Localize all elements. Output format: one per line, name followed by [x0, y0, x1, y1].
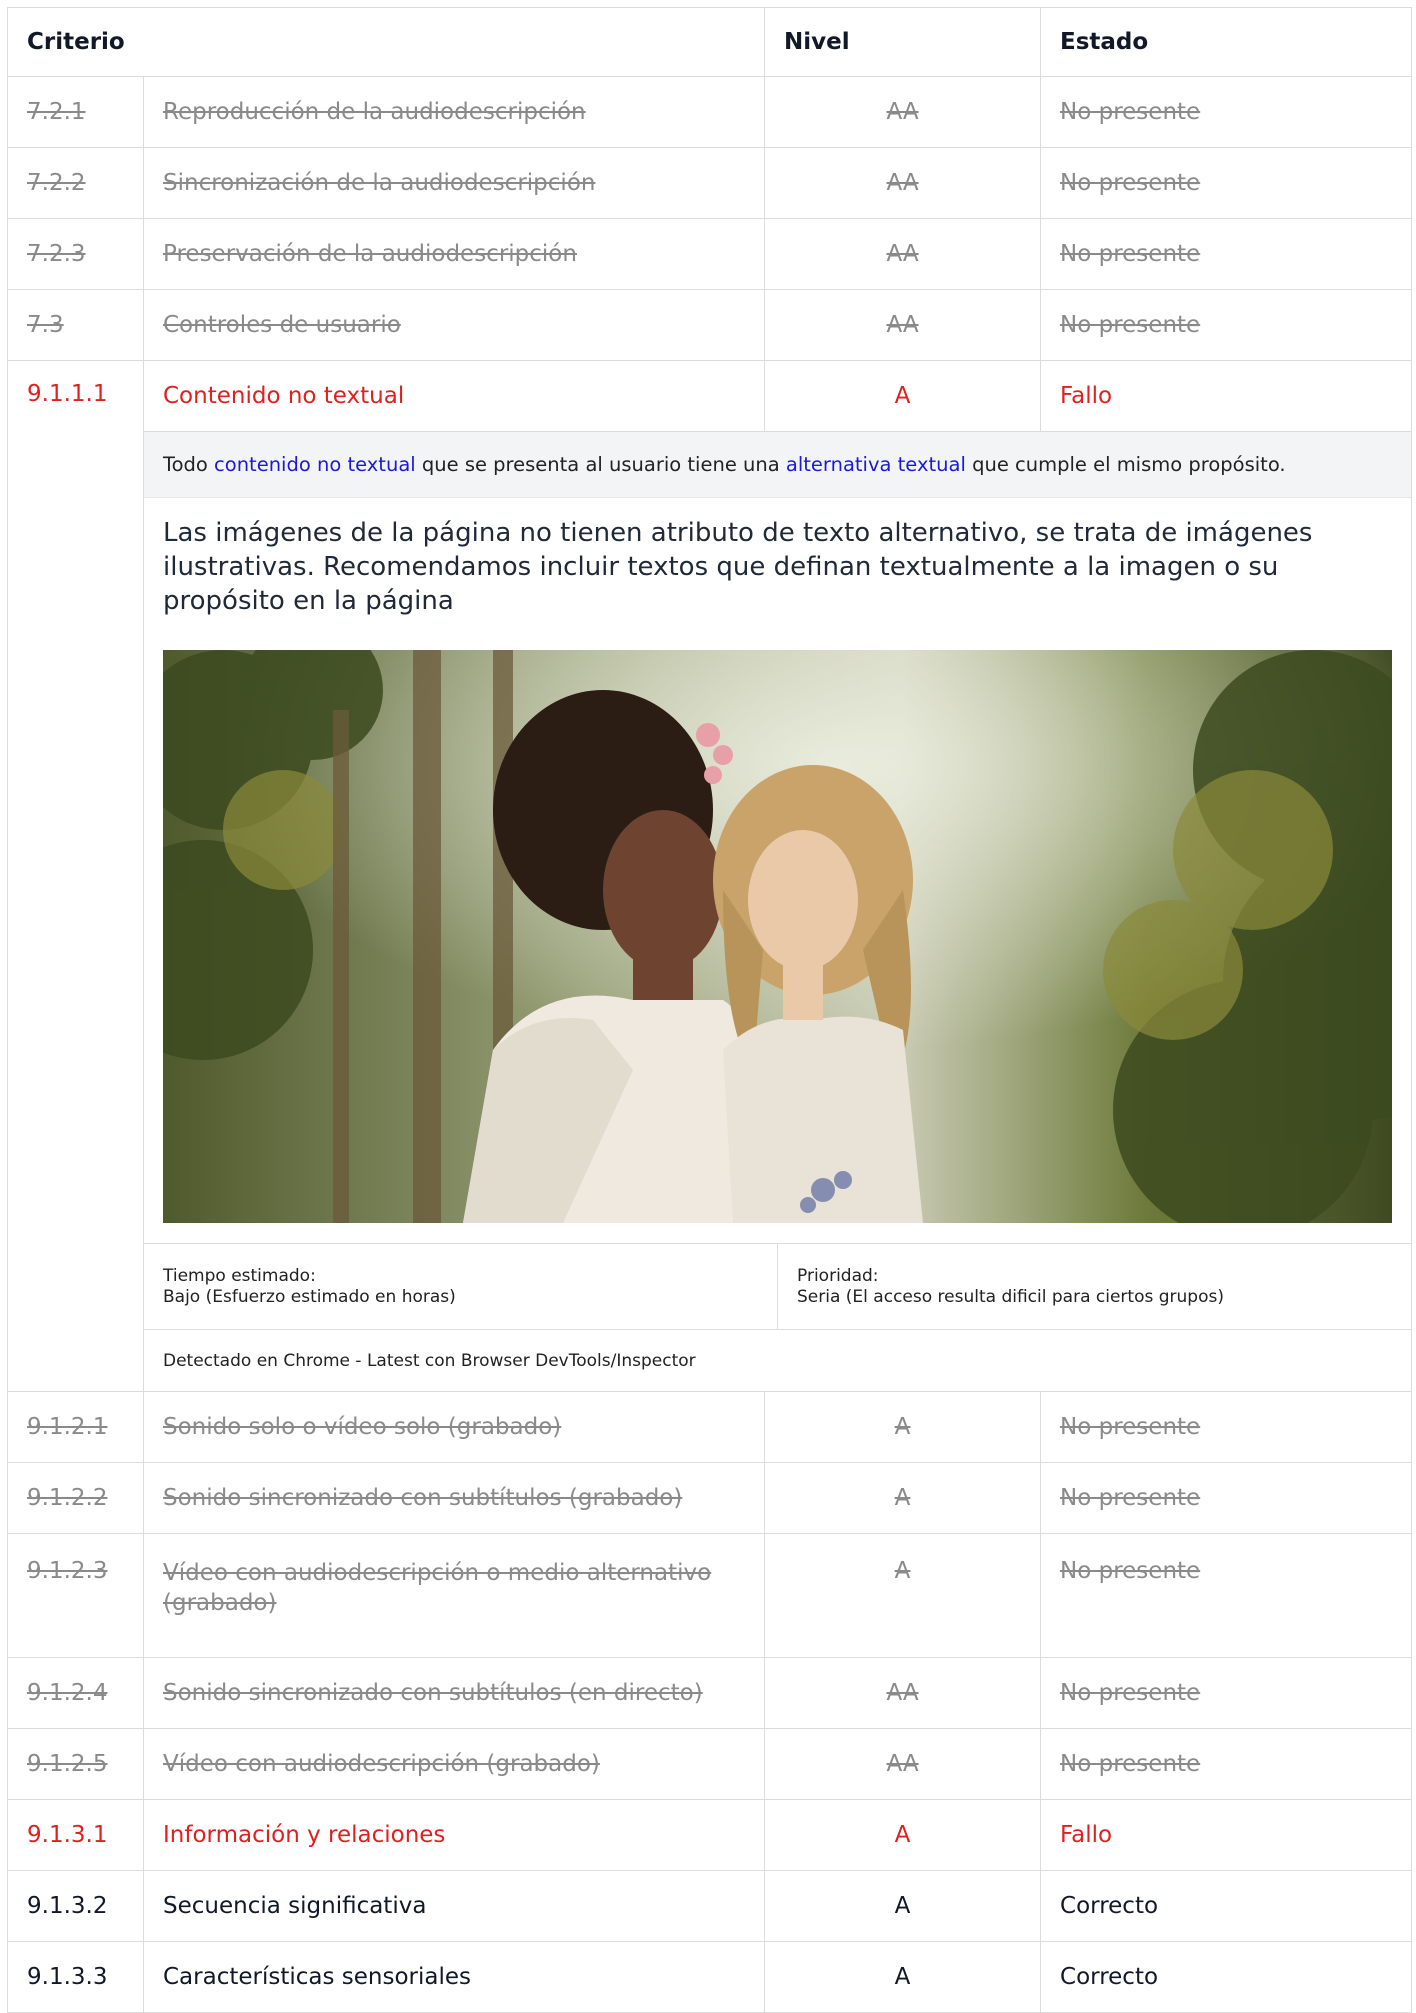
- criterion-name: Vídeo con audiodescripción o medio alter…: [142, 1533, 766, 1658]
- priority-value: Seria (El acceso resulta dificil para ci…: [797, 1287, 1224, 1307]
- criterion-name: Vídeo con audiodescripción (grabado): [142, 1728, 766, 1800]
- criterion-level: A: [764, 1870, 1042, 1942]
- criterion-level: A: [764, 1941, 1042, 2013]
- criterion-level: AA: [764, 289, 1042, 361]
- table-row: 9.1.2.2 Sonido sincronizado con subtítul…: [7, 1462, 1413, 1534]
- criterion-status: Correcto: [1040, 1870, 1413, 1942]
- criterion-id: 7.2.3: [7, 218, 144, 290]
- table-header-row: Criterio Nivel Estado: [6, 7, 1413, 77]
- criterion-id-text: 9.1.1.1: [27, 381, 108, 407]
- table-row: 9.1.3.2 Secuencia significativa A Correc…: [7, 1870, 1413, 1942]
- table-row: 7.2.3 Preservación de la audiodescripció…: [7, 218, 1413, 290]
- link-contenido-no-textual[interactable]: contenido no textual: [214, 453, 416, 476]
- audit-note: Las imágenes de la página no tienen atri…: [163, 518, 1313, 616]
- estimated-time: Tiempo estimado: Bajo (Esfuerzo estimado…: [144, 1244, 777, 1329]
- criterion-id: 7.2.1: [7, 76, 144, 148]
- header-criterio: Criterio: [6, 7, 766, 77]
- criterion-status: No presente: [1040, 218, 1413, 290]
- criterion-level: AA: [764, 1657, 1042, 1729]
- criterion-level: A: [764, 1799, 1042, 1871]
- criterion-id: 9.1.1.1: [7, 360, 144, 1392]
- criterion-description: Todo contenido no textual que se present…: [144, 432, 1412, 498]
- detail-panel: Todo contenido no textual que se present…: [142, 431, 1413, 1392]
- desc-text: que se presenta al usuario tiene una: [421, 453, 780, 476]
- criterion-status: No presente: [1040, 1728, 1413, 1800]
- header-nivel: Nivel: [764, 7, 1042, 77]
- criterion-level: AA: [764, 218, 1042, 290]
- criterion-name: Sonido sincronizado con subtítulos (en d…: [142, 1657, 766, 1729]
- desc-text: Todo: [163, 453, 208, 476]
- criteria-table-container: Criterio Nivel Estado 7.2.1 Reproducción…: [6, 7, 1413, 2013]
- criterion-name: Reproducción de la audiodescripción: [142, 76, 766, 148]
- criterion-id: 9.1.2.5: [7, 1728, 144, 1800]
- criteria-table: Criterio Nivel Estado 7.2.1 Reproducción…: [6, 7, 1413, 2013]
- criterion-name: Contenido no textual: [142, 360, 766, 432]
- criterion-level: A: [764, 1462, 1042, 1534]
- estimated-time-label: Tiempo estimado:: [163, 1266, 316, 1286]
- criterion-id: 9.1.2.4: [7, 1657, 144, 1729]
- criterion-status: No presente: [1040, 1533, 1413, 1658]
- criterion-id: 9.1.3.3: [7, 1941, 144, 2013]
- table-row: 9.1.2.3 Vídeo con audiodescripción o med…: [7, 1533, 1413, 1658]
- evidence-photo: [163, 650, 1392, 1223]
- criterion-name: Sincronización de la audiodescripción: [142, 147, 766, 219]
- estimated-time-value: Bajo (Esfuerzo estimado en horas): [163, 1287, 456, 1307]
- criterion-status: Correcto: [1040, 1941, 1413, 2013]
- criterion-level: AA: [764, 76, 1042, 148]
- criterion-level: AA: [764, 1728, 1042, 1800]
- detail-row: Todo contenido no textual que se present…: [8, 431, 1413, 1392]
- photo-illustration: [163, 650, 1392, 1223]
- table-row: 7.2.1 Reproducción de la audiodescripció…: [7, 76, 1413, 148]
- criterion-id: 7.2.2: [7, 147, 144, 219]
- link-alternativa-textual[interactable]: alternativa textual: [786, 453, 966, 476]
- table-row: 9.1.3.3 Características sensoriales A Co…: [7, 1941, 1413, 2013]
- detected-info: Detectado en Chrome - Latest con Browser…: [144, 1329, 1412, 1391]
- criterion-status: No presente: [1040, 1462, 1413, 1534]
- table-row: 9.1.2.4 Sonido sincronizado con subtítul…: [7, 1657, 1413, 1729]
- table-row: 7.2.2 Sincronización de la audiodescripc…: [7, 147, 1413, 219]
- criterion-status: No presente: [1040, 1657, 1413, 1729]
- criterion-level: A: [764, 1391, 1042, 1463]
- criterion-status: No presente: [1040, 76, 1413, 148]
- criterion-status: No presente: [1040, 1391, 1413, 1463]
- table-row-fail[interactable]: 9.1.1.1 Contenido no textual A Fallo: [7, 360, 1413, 1392]
- criterion-name: Controles de usuario: [142, 289, 766, 361]
- table-row: 9.1.2.5 Vídeo con audiodescripción (grab…: [7, 1728, 1413, 1800]
- criterion-name: Características sensoriales: [142, 1941, 766, 2013]
- table-row: 7.3 Controles de usuario AA No presente: [7, 289, 1413, 361]
- criterion-id: 9.1.3.2: [7, 1870, 144, 1942]
- criterion-id: 7.3: [7, 289, 144, 361]
- criterion-status: No presente: [1040, 289, 1413, 361]
- desc-text: que cumple el mismo propósito.: [972, 453, 1286, 476]
- criterion-status: Fallo: [1040, 1799, 1413, 1871]
- criterion-name: Sonido solo o vídeo solo (grabado): [142, 1391, 766, 1463]
- header-estado: Estado: [1040, 7, 1413, 77]
- criterion-id: 9.1.2.2: [7, 1462, 144, 1534]
- criterion-status: Fallo: [1040, 360, 1413, 432]
- criterion-id: 9.1.2.3: [7, 1533, 144, 1658]
- priority: Prioridad: Seria (El acceso resulta difi…: [777, 1244, 1411, 1329]
- criterion-level: A: [764, 360, 1042, 432]
- criterion-name: Información y relaciones: [142, 1799, 766, 1871]
- criterion-level: AA: [764, 147, 1042, 219]
- criterion-name: Secuencia significativa: [142, 1870, 766, 1942]
- criterion-status: No presente: [1040, 147, 1413, 219]
- criterion-name: Preservación de la audiodescripción: [142, 218, 766, 290]
- criterion-level: A: [764, 1533, 1042, 1658]
- priority-label: Prioridad:: [797, 1266, 879, 1286]
- criterion-id: 9.1.3.1: [7, 1799, 144, 1871]
- criterion-id: 9.1.2.1: [7, 1391, 144, 1463]
- criterion-name: Sonido sincronizado con subtítulos (grab…: [142, 1462, 766, 1534]
- audit-meta: Tiempo estimado: Bajo (Esfuerzo estimado…: [144, 1243, 1412, 1329]
- table-row-fail[interactable]: 9.1.3.1 Información y relaciones A Fallo: [7, 1799, 1413, 1871]
- table-row: 9.1.2.1 Sonido solo o vídeo solo (grabad…: [7, 1391, 1413, 1463]
